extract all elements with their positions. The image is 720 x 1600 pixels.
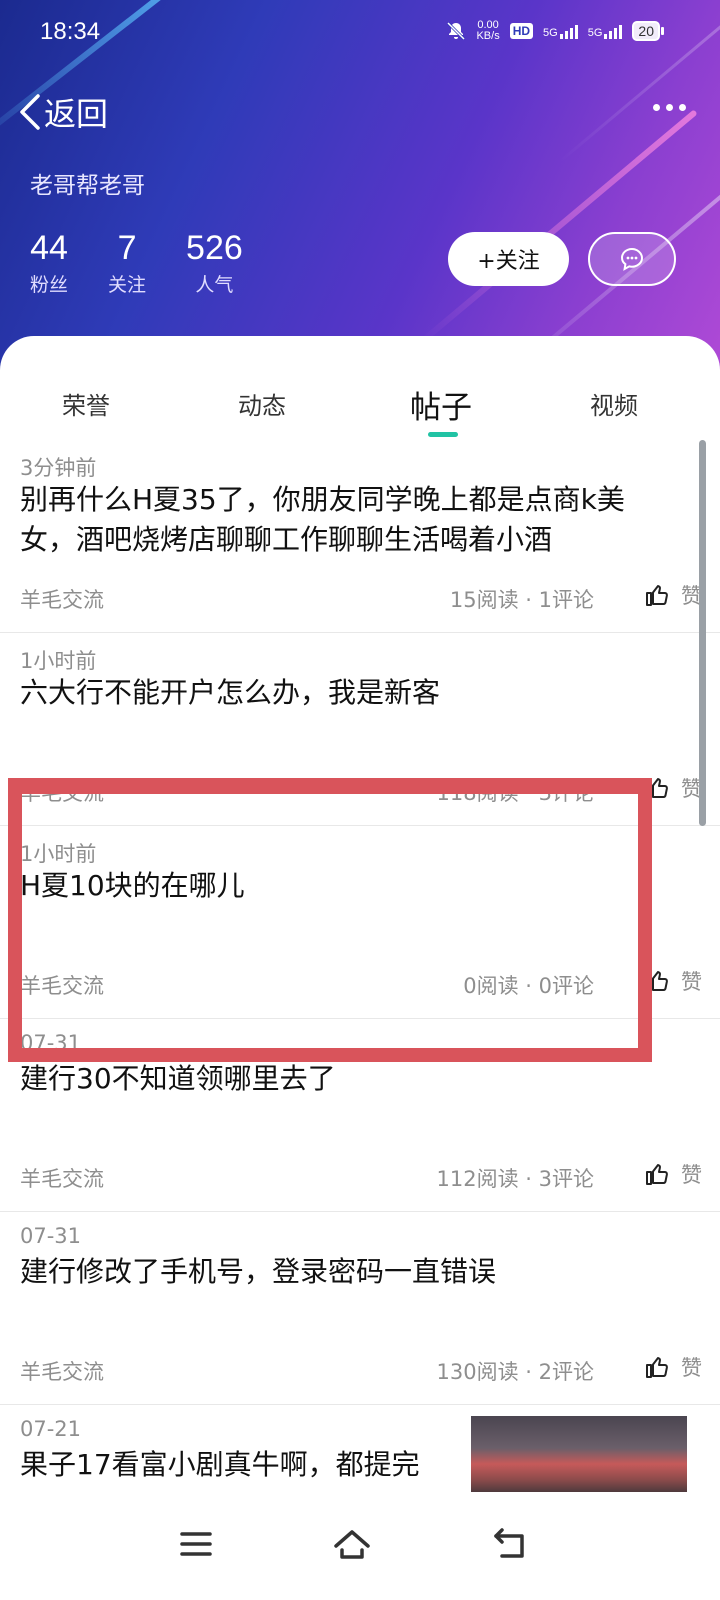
scrollbar[interactable] (699, 440, 706, 826)
home-button[interactable] (322, 1514, 382, 1574)
post-stats: 130阅读 · 2评论 (436, 1360, 594, 1384)
content-panel: 荣誉 动态 帖子 视频 3分钟前 别再什么H夏35了，你朋友同学晚上都是点商k美… (0, 336, 720, 1600)
profile-header: 18:34 0.00 KB/s HD 5G 5G 20 返回 老哥帮老哥 44 … (0, 0, 720, 380)
tab-posts[interactable]: 帖子 (410, 382, 472, 427)
post-title[interactable]: 别再什么H夏35了，你朋友同学晚上都是点商k美女，酒吧烧烤店聊聊工作聊聊生活喝着… (20, 480, 680, 560)
sim2-network: 5G (588, 23, 623, 39)
stat-following[interactable]: 7 关注 (108, 228, 146, 297)
sim2-label: 5G (587, 27, 603, 39)
more-options-button[interactable] (653, 104, 686, 111)
tab-videos[interactable]: 视频 (590, 386, 638, 421)
post-category[interactable]: 羊毛交流 (20, 777, 104, 807)
tab-activity[interactable]: 动态 (238, 386, 286, 421)
post-title[interactable]: 建行修改了手机号，登录密码一直错误 (20, 1252, 680, 1292)
list-item[interactable]: 1小时前 六大行不能开户怎么办，我是新客 羊毛交流 118阅读 · 3评论 赞 (0, 633, 720, 826)
post-title[interactable]: H夏10块的在哪儿 (20, 866, 680, 906)
status-bar: 18:34 0.00 KB/s HD 5G 5G 20 (0, 0, 720, 68)
thumbs-up-icon (646, 1357, 668, 1378)
post-stats: 0阅读 · 0评论 (463, 974, 594, 998)
stat-label: 关注 (108, 274, 147, 296)
menu-button[interactable] (166, 1514, 226, 1574)
thumbs-up-icon (646, 778, 668, 799)
profile-username: 老哥帮老哥 (30, 173, 145, 199)
post-title[interactable]: 六大行不能开户怎么办，我是新客 (20, 673, 680, 713)
stat-value: 526 (186, 229, 243, 267)
like-label: 赞 (681, 970, 702, 994)
post-thumbnail[interactable] (471, 1416, 687, 1496)
back-nav-icon (494, 1528, 524, 1558)
profile-stats: 44 粉丝 7 关注 526 人气 (30, 228, 243, 297)
decor-streak (418, 109, 698, 346)
thumbs-up-icon (646, 585, 668, 606)
list-item[interactable]: 1小时前 H夏10块的在哪儿 羊毛交流 0阅读 · 0评论 赞 (0, 826, 720, 1019)
list-item[interactable]: 3分钟前 别再什么H夏35了，你朋友同学晚上都是点商k美女，酒吧烧烤店聊聊工作聊… (0, 440, 720, 633)
sim1-label: 5G (543, 27, 558, 39)
post-category[interactable]: 羊毛交流 (20, 584, 104, 614)
post-category[interactable]: 羊毛交流 (20, 1163, 104, 1193)
back-nav-button[interactable] (480, 1514, 540, 1574)
hd-badge: HD (509, 23, 534, 39)
stat-value: 7 (117, 229, 137, 267)
more-dots-icon (653, 104, 660, 111)
net-speed-unit: KB/s (476, 30, 500, 42)
post-time: 1小时前 (20, 842, 97, 866)
like-label: 赞 (681, 1163, 702, 1187)
navigation-bar (0, 1492, 720, 1600)
mute-bell-icon (447, 21, 466, 41)
post-category[interactable]: 羊毛交流 (20, 970, 104, 1000)
like-label: 赞 (681, 1356, 702, 1380)
post-stats: 118阅读 · 3评论 (436, 781, 594, 805)
post-title[interactable]: 果子17看富小剧真牛啊，都提完 (20, 1445, 460, 1485)
status-time: 18:34 (40, 18, 101, 45)
back-button[interactable]: 返回 (18, 90, 108, 134)
back-chevron-icon (20, 94, 40, 130)
menu-icon (180, 1532, 212, 1556)
like-button[interactable]: 赞 (645, 773, 702, 803)
battery-icon: 20 (632, 21, 664, 41)
like-button[interactable]: 赞 (645, 1159, 702, 1189)
post-time: 07-31 (20, 1224, 82, 1248)
signal-icon (604, 23, 623, 39)
status-icons: 0.00 KB/s HD 5G 5G 20 (446, 20, 664, 42)
stat-label: 人气 (195, 274, 234, 296)
post-title[interactable]: 建行30不知道领哪里去了 (20, 1059, 680, 1099)
follow-button[interactable]: +关注 (448, 232, 569, 286)
stat-popularity: 526 人气 (186, 228, 243, 297)
post-time: 3分钟前 (20, 456, 97, 480)
thumbs-up-icon (646, 971, 668, 992)
home-icon (334, 1530, 370, 1559)
like-button[interactable]: 赞 (645, 1352, 702, 1382)
post-time: 07-31 (20, 1031, 82, 1055)
list-item[interactable]: 07-31 建行修改了手机号，登录密码一直错误 羊毛交流 130阅读 · 2评论… (0, 1212, 720, 1405)
thumbs-up-icon (646, 1164, 668, 1185)
chat-bubble-icon (620, 247, 644, 271)
back-label: 返回 (44, 95, 109, 133)
stat-fans[interactable]: 44 粉丝 (30, 228, 68, 297)
signal-icon (559, 23, 578, 39)
stat-label: 粉丝 (30, 274, 69, 296)
post-stats: 112阅读 · 3评论 (436, 1167, 594, 1191)
tab-active-indicator (428, 432, 458, 437)
message-button[interactable] (588, 232, 676, 286)
network-speed: 0.00 KB/s (476, 20, 499, 42)
tab-honor[interactable]: 荣誉 (62, 386, 110, 421)
post-time: 07-21 (20, 1417, 82, 1441)
tab-bar: 荣誉 动态 帖子 视频 (0, 336, 720, 437)
post-category[interactable]: 羊毛交流 (20, 1356, 104, 1386)
like-button[interactable]: 赞 (645, 966, 702, 996)
post-stats: 15阅读 · 1评论 (449, 588, 594, 612)
like-button[interactable]: 赞 (645, 580, 702, 610)
stat-value: 44 (30, 229, 68, 267)
post-time: 1小时前 (20, 649, 97, 673)
sim1-network: 5G (543, 23, 578, 39)
list-item[interactable]: 07-31 建行30不知道领哪里去了 羊毛交流 112阅读 · 3评论 赞 (0, 1019, 720, 1212)
battery-level: 20 (632, 21, 660, 41)
